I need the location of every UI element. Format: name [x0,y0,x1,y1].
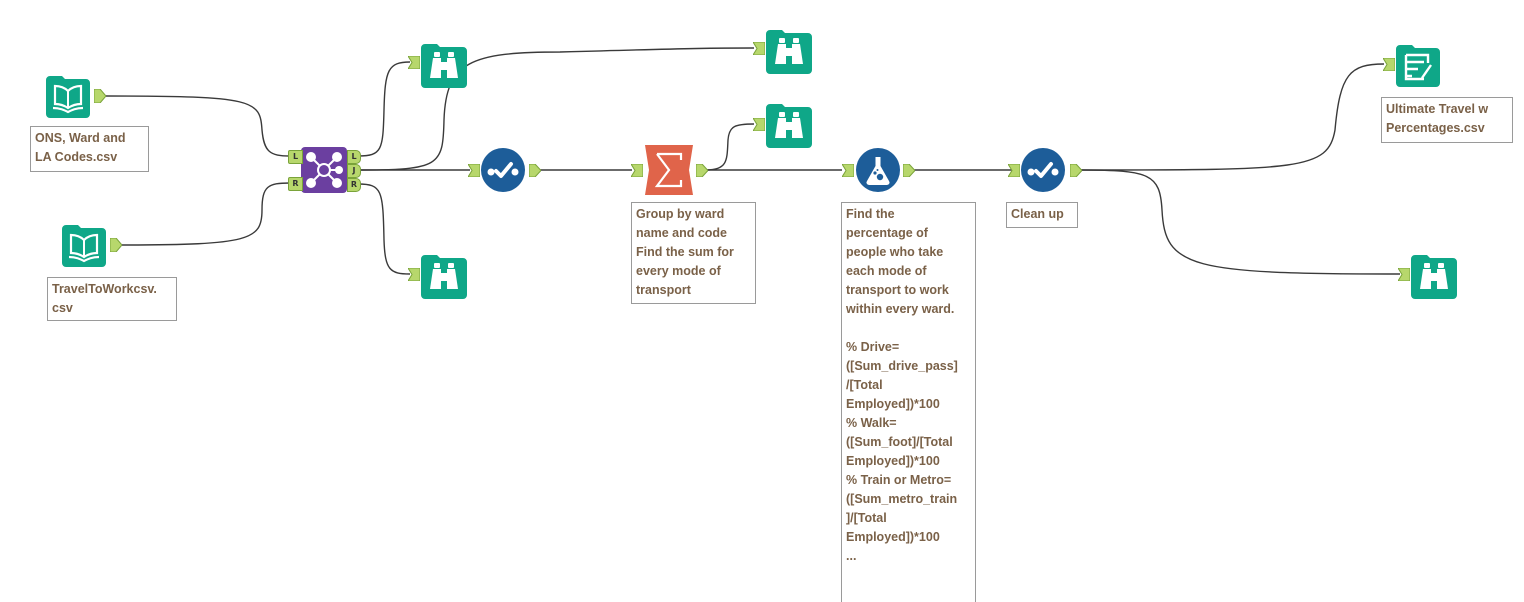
input-anchor[interactable] [408,56,420,69]
annotation-summarize: Group by ward name and code Find the sum… [631,202,756,304]
join-output-anchor-left[interactable]: L [347,150,361,164]
binoculars-icon [421,44,467,88]
output-anchor[interactable] [110,238,122,252]
output-anchor[interactable] [529,164,541,177]
output-anchor[interactable] [94,89,106,103]
book-icon [46,76,90,118]
book-icon [62,225,106,267]
join-output-anchor-join[interactable]: J [347,164,361,178]
binoculars-icon [766,30,812,74]
formula-tool[interactable] [856,148,900,192]
annotation-select-clean-up: Clean up [1006,202,1078,228]
output-anchor[interactable] [1070,164,1082,177]
wire-join-R-to-browse[interactable] [357,183,411,275]
flask-icon [856,148,900,192]
check-icon [1021,148,1065,192]
binoculars-icon [766,104,812,148]
input-anchor[interactable] [408,268,420,281]
join-input-anchor-right[interactable]: R [288,177,303,191]
select-tool-2[interactable] [1021,148,1065,192]
wire-select-to-output[interactable] [1079,63,1385,171]
join-output-anchor-right[interactable]: R [347,178,361,192]
input-anchor[interactable] [842,164,854,177]
sigma-icon [645,145,693,195]
connection-layer [105,47,1401,275]
join-input-anchor-left[interactable]: L [288,150,303,164]
output-file-icon [1396,45,1440,87]
browse-tool-right[interactable] [421,253,467,299]
input-anchor[interactable] [753,42,765,55]
input-anchor[interactable] [1383,58,1395,71]
input-anchor[interactable] [631,164,643,177]
browse-tool-summarize[interactable] [766,102,812,148]
wire-select-to-browse-final[interactable] [1079,169,1401,275]
output-anchor[interactable] [903,164,915,177]
join-tool[interactable] [301,147,347,193]
wire-join-L-to-browse[interactable] [357,61,411,157]
select-tool-1[interactable] [481,148,525,192]
annotation-formula: Find the percentage of people who take e… [841,202,976,602]
summarize-tool[interactable] [645,145,693,195]
join-icon [301,147,347,193]
annotation-output: Ultimate Travel w Percentages.csv [1381,97,1513,143]
annotation-input-travel: TravelToWorkcsv. csv [47,277,177,321]
binoculars-icon [421,255,467,299]
output-data-tool[interactable] [1396,43,1440,87]
input-anchor[interactable] [1008,164,1020,177]
browse-tool-final[interactable] [1411,253,1457,299]
browse-tool-left[interactable] [421,42,467,88]
input-anchor[interactable] [468,164,480,177]
input-data-tool-ons[interactable] [46,74,90,118]
input-anchor[interactable] [1398,268,1410,281]
wire-travel-to-join[interactable] [121,182,291,246]
check-icon [481,148,525,192]
input-anchor[interactable] [753,118,765,131]
binoculars-icon [1411,255,1457,299]
annotation-input-ons: ONS, Ward and LA Codes.csv [30,126,149,172]
output-anchor[interactable] [696,164,708,177]
wire-summarize-to-browse[interactable] [705,123,755,171]
browse-tool-join[interactable] [766,28,812,74]
input-data-tool-travel[interactable] [62,223,106,267]
